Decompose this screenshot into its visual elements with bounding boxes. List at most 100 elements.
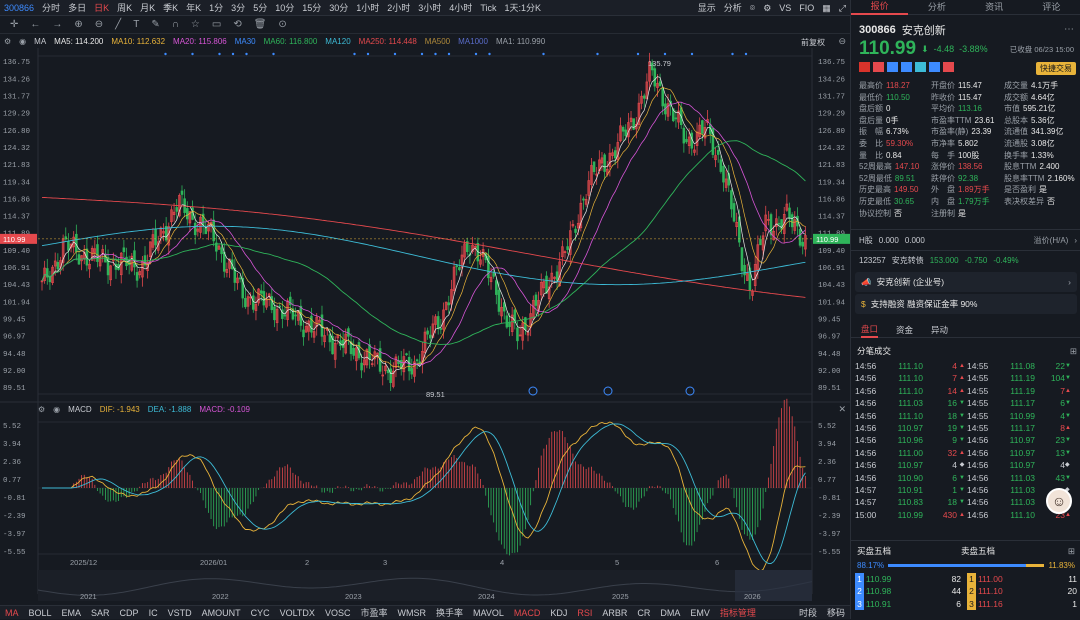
indicator-tab[interactable]: EMA xyxy=(57,606,87,620)
magnet-icon[interactable]: ∩ xyxy=(172,19,179,30)
assistant-avatar[interactable]: ☺ xyxy=(1046,488,1072,514)
quote-field: 流通股 3.08亿 xyxy=(1004,138,1055,149)
crosshair-icon[interactable]: ✛ xyxy=(10,19,18,30)
display-menu[interactable]: 显示 xyxy=(694,0,720,16)
indicator-tab[interactable]: CDP xyxy=(115,606,144,620)
indicator-tab[interactable]: CR xyxy=(632,606,655,620)
indicator-tab[interactable]: VOSC xyxy=(320,606,356,620)
period-tab[interactable]: 季K xyxy=(159,0,182,16)
tab-orderbook[interactable]: 盘口 xyxy=(861,322,878,338)
analysis-menu[interactable]: 分析 xyxy=(720,0,746,16)
period-tab[interactable]: 日K xyxy=(90,0,113,16)
period-tab[interactable]: 分时 xyxy=(38,0,64,16)
tick-trades-list[interactable]: 14:56 111.10 4 ▲ 14:55 111.08 22 ▼ 14:56 111.10 7 ▲… xyxy=(855,360,1073,521)
settings-icon[interactable]: ⚙ xyxy=(759,0,775,16)
stock-code-label[interactable]: 300866 xyxy=(0,0,38,16)
reset-icon[interactable]: ⟲ xyxy=(233,19,241,30)
arrow-right-icon[interactable]: → xyxy=(52,19,62,30)
expand-icon[interactable]: ⊞ xyxy=(1068,546,1075,557)
quote-field-value: 是 xyxy=(958,209,966,218)
layout-icon[interactable]: ▭ xyxy=(212,19,221,30)
period-tab[interactable]: Tick xyxy=(476,0,500,16)
more-icon[interactable]: ⋯ xyxy=(1064,24,1074,35)
tab-quote[interactable]: 报价 xyxy=(851,0,908,15)
period-tab[interactable]: 15分 xyxy=(298,0,325,16)
kline-chart-area[interactable]: ⚙ ◉ MA MA5: 114.200 MA10: 112.632 MA20: 11… xyxy=(0,34,850,619)
price-block: 110.99 ⬇ -4.48 -3.88% xyxy=(859,38,988,60)
expand-icon[interactable]: ⊞ xyxy=(1070,346,1077,357)
indicator-tab[interactable]: CYC xyxy=(246,606,275,620)
chevron-right-icon[interactable]: › xyxy=(1074,236,1077,245)
connect-tag-icon[interactable] xyxy=(887,62,898,72)
period-tab[interactable]: 1小时 xyxy=(352,0,383,16)
quote-field: 盘后量 0手 xyxy=(859,115,898,126)
period-tab[interactable]: 月K xyxy=(136,0,159,16)
camera-icon[interactable]: ⌾ xyxy=(746,0,759,16)
indicator-tab[interactable]: EMV xyxy=(685,606,715,620)
macd-label[interactable]: MACD xyxy=(68,405,92,414)
period-tab[interactable]: 5分 xyxy=(249,0,271,16)
indicator-tab[interactable]: VSTD xyxy=(163,606,197,620)
period-tab[interactable]: 2小时 xyxy=(383,0,414,16)
session-button[interactable]: 时段 xyxy=(794,606,822,620)
tab-movement[interactable]: 异动 xyxy=(931,324,948,336)
text-tool-icon[interactable]: T xyxy=(133,19,139,30)
indicator-tab[interactable]: ARBR xyxy=(597,606,632,620)
pen-tool-icon[interactable]: ✎ xyxy=(151,19,159,30)
period-tab[interactable]: 10分 xyxy=(271,0,298,16)
indicator-tab[interactable]: MACD xyxy=(509,606,546,620)
index-tag-icon[interactable] xyxy=(915,62,926,72)
fio-button[interactable]: FIO xyxy=(795,0,818,16)
settings-icon[interactable]: ⚙ xyxy=(38,405,45,414)
indicator-tab[interactable]: IC xyxy=(144,606,163,620)
tab-fund-flow[interactable]: 资金 xyxy=(896,324,913,336)
indicator-tab[interactable]: KDJ xyxy=(545,606,572,620)
tab-news[interactable]: 资讯 xyxy=(966,0,1023,14)
indicator-tab[interactable]: DMA xyxy=(655,606,685,620)
arrow-left-icon[interactable]: ← xyxy=(30,19,40,30)
zoom-in-icon[interactable]: ⊕ xyxy=(74,19,82,30)
enterprise-notice[interactable]: 📣 安克创新 (企业号) › xyxy=(855,272,1077,292)
convertible-bond-row[interactable]: 123257 安克转债 153.000 -0.750 -0.49% xyxy=(859,255,1019,266)
indicator-tab[interactable]: 市盈率 xyxy=(355,606,392,620)
tab-analysis[interactable]: 分析 xyxy=(908,0,965,14)
indicator-tab[interactable]: AMOUNT xyxy=(197,606,246,620)
period-tab[interactable]: 30分 xyxy=(325,0,352,16)
indicator-tab[interactable]: WMSR xyxy=(392,606,431,620)
indicator-tab[interactable]: MA xyxy=(0,606,24,620)
shift-button[interactable]: 移码 xyxy=(822,606,850,620)
orderbook-levels[interactable]: 1 110.99 82 1 111.00 11 2 110.98 44 2 111.10 20 3 110… xyxy=(855,573,1077,610)
eye-icon[interactable]: ◉ xyxy=(53,405,60,414)
margin-tag-icon[interactable] xyxy=(873,62,884,72)
heart-icon[interactable] xyxy=(943,62,954,72)
indicator-tab[interactable]: 换手率 xyxy=(431,606,468,620)
indicator-tab[interactable]: VOLTDX xyxy=(275,606,320,620)
indicator-tab[interactable]: RSI xyxy=(572,606,597,620)
indicator-manage-button[interactable]: 指标管理 xyxy=(715,606,761,620)
star-icon[interactable]: ☆ xyxy=(191,19,200,30)
period-tab[interactable]: 周K xyxy=(113,0,136,16)
compare-button[interactable]: VS xyxy=(775,0,795,16)
margin-notice[interactable]: $ 支持融资 融资保证金率 90% xyxy=(855,294,1077,314)
grid-icon[interactable]: ▦ xyxy=(818,0,835,16)
delete-icon[interactable]: 🗑 xyxy=(254,19,267,30)
indicator-tab[interactable]: SAR xyxy=(86,606,115,620)
period-tab[interactable]: 1天:1分K xyxy=(500,0,545,16)
shenzhen-tag-icon[interactable] xyxy=(901,62,912,72)
period-tab[interactable]: 年K xyxy=(182,0,205,16)
period-tab[interactable]: 3小时 xyxy=(414,0,445,16)
period-tab[interactable]: 3分 xyxy=(227,0,249,16)
period-tab[interactable]: 4小时 xyxy=(445,0,476,16)
quick-trade-button[interactable]: 快捷交易 xyxy=(1036,62,1076,75)
more-icon[interactable]: ⊙ xyxy=(278,19,286,30)
zoom-out-icon[interactable]: ⊖ xyxy=(95,19,103,30)
indicator-tab[interactable]: BOLL xyxy=(24,606,57,620)
close-pane-icon[interactable]: ✕ xyxy=(838,404,846,415)
indicator-tab[interactable]: MAVOL xyxy=(468,606,509,620)
line-tool-icon[interactable]: ╱ xyxy=(115,19,121,30)
period-tab[interactable]: 多日 xyxy=(64,0,90,16)
tab-comments[interactable]: 评论 xyxy=(1023,0,1080,14)
sector-tag-icon[interactable] xyxy=(929,62,940,72)
fullscreen-icon[interactable]: ⤢ xyxy=(835,0,850,16)
period-tab[interactable]: 1分 xyxy=(205,0,227,16)
